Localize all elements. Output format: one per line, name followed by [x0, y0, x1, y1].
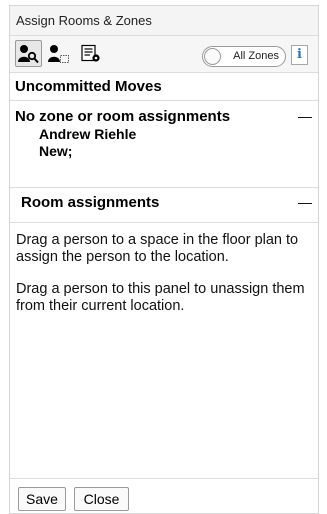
all-zones-label: All Zones	[233, 50, 279, 62]
no-assignment-section-header[interactable]: No zone or room assignments —	[15, 108, 315, 125]
collapse-room-assignments-button[interactable]: —	[298, 194, 312, 210]
assign-rooms-zones-panel: Assign Rooms & Zones All Zones i Uncommi…	[9, 5, 319, 514]
info-icon[interactable]: i	[291, 45, 308, 65]
room-assignments-section-header[interactable]: Room assignments —	[21, 194, 315, 211]
collapse-no-assignment-button[interactable]: —	[298, 108, 312, 124]
close-button[interactable]: Close	[74, 487, 129, 511]
person-name[interactable]: Andrew Riehle	[39, 126, 136, 142]
all-zones-toggle[interactable]: All Zones	[202, 46, 286, 67]
divider	[10, 222, 318, 223]
person-status: New;	[39, 143, 73, 159]
list-settings-icon	[80, 44, 100, 62]
assign-instruction: Drag a person to a space in the floor pl…	[16, 232, 299, 265]
toggle-knob	[204, 48, 221, 65]
person-search-button[interactable]	[15, 40, 42, 67]
divider	[10, 187, 318, 188]
room-assignments-heading: Room assignments	[21, 194, 160, 211]
person-room-button[interactable]	[45, 40, 72, 67]
panel-title: Assign Rooms & Zones	[10, 6, 318, 36]
person-search-icon	[17, 44, 39, 63]
no-assignment-heading: No zone or room assignments	[15, 108, 231, 125]
uncommitted-moves-heading: Uncommitted Moves	[10, 73, 318, 101]
list-settings-button[interactable]	[77, 40, 104, 67]
person-room-icon	[47, 44, 69, 63]
toolbar: All Zones i	[10, 36, 318, 73]
save-button[interactable]: Save	[18, 487, 66, 511]
divider	[10, 478, 318, 479]
unassign-instruction: Drag a person to this panel to unassign …	[16, 281, 305, 314]
